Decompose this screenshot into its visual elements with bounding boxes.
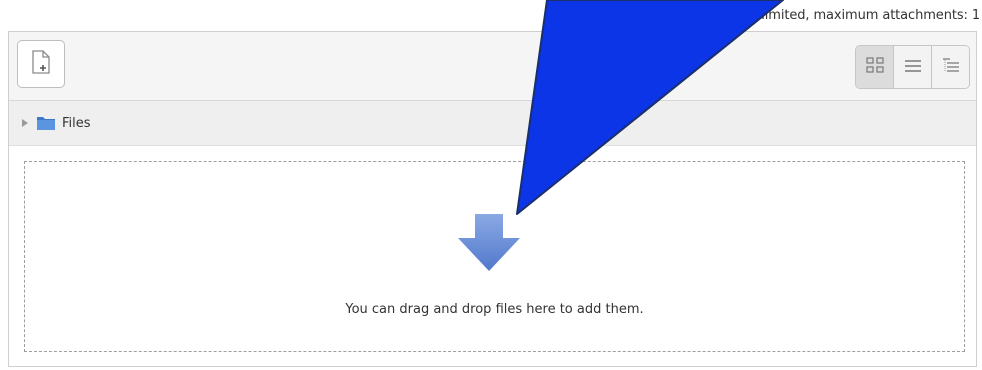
add-file-button[interactable]: [17, 40, 65, 88]
icons-view-button[interactable]: [856, 46, 893, 88]
triangle-right-icon[interactable]: [22, 119, 28, 127]
file-manager-toolbar: [9, 32, 976, 101]
drag-drop-zone[interactable]: You can drag and drop files here to add …: [24, 161, 965, 352]
folder-icon: [36, 115, 56, 131]
tree-view-button[interactable]: [931, 46, 969, 88]
list-view-button[interactable]: [893, 46, 931, 88]
down-arrow-icon: [457, 214, 521, 276]
upload-limits-text: Maximum size for new files: Unlimited, m…: [560, 8, 980, 23]
view-switcher: [855, 45, 970, 89]
grid-view-icon: [865, 57, 884, 77]
tree-view-icon: [942, 57, 960, 77]
file-picker: Files You can drag and drop files here t…: [8, 31, 977, 367]
add-file-icon: [31, 50, 51, 78]
drop-zone-message: You can drag and drop files here to add …: [345, 302, 644, 317]
breadcrumb-files-link[interactable]: Files: [62, 116, 91, 131]
list-view-icon: [904, 58, 922, 77]
folder-path-bar: Files: [9, 101, 976, 146]
